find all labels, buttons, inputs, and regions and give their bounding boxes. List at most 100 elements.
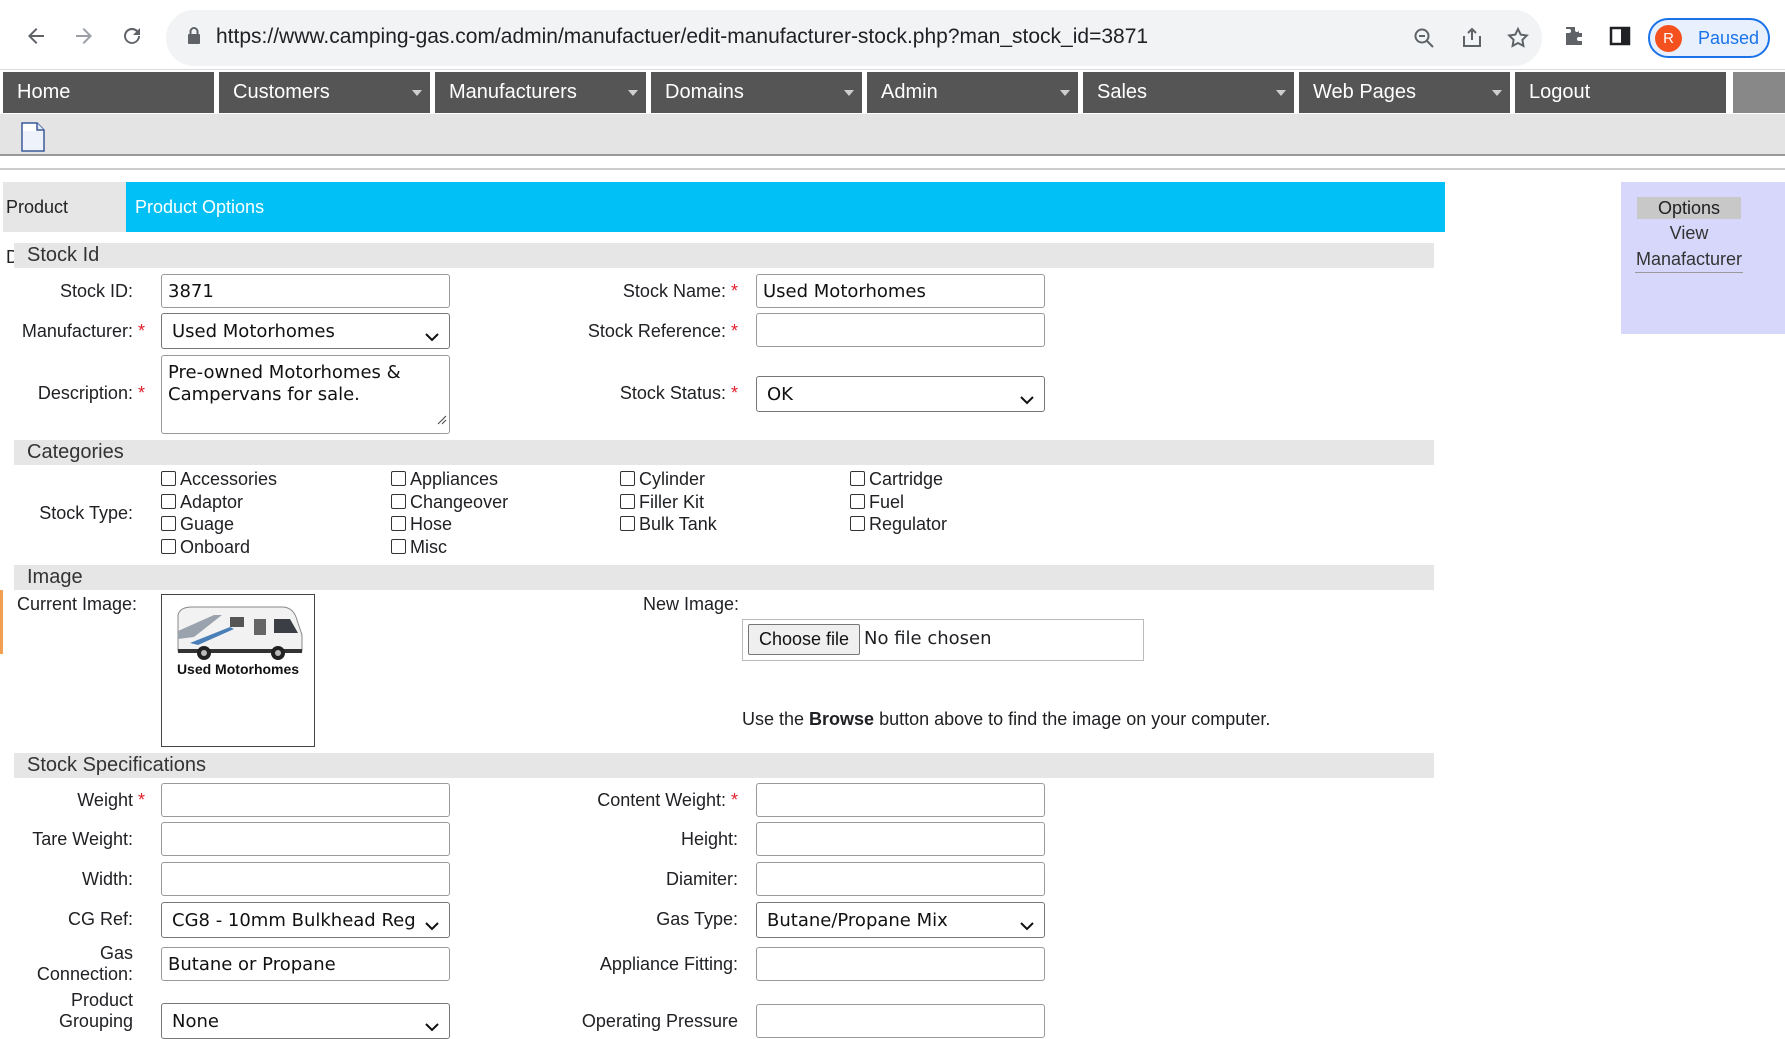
share-icon[interactable] <box>1460 26 1486 52</box>
menu-web-pages[interactable]: Web Pages <box>1299 72 1510 113</box>
scroll-marker <box>0 590 3 654</box>
url-text[interactable]: https://www.camping-gas.com/admin/manufa… <box>216 25 1148 49</box>
product-grouping-label: Product Grouping <box>59 990 133 1032</box>
checkbox-fuel[interactable]: Fuel <box>850 492 904 513</box>
menu-customers[interactable]: Customers <box>219 72 430 113</box>
required-mark: * <box>137 383 145 403</box>
caret-down-icon <box>844 90 854 96</box>
checkbox-label: Adaptor <box>180 492 244 512</box>
stock-type-label: Stock Type: <box>39 503 133 523</box>
menu-sales[interactable]: Sales <box>1083 72 1294 113</box>
stock-name-field[interactable]: Used Motorhomes <box>756 274 1045 308</box>
tare-weight-field[interactable] <box>161 822 450 856</box>
checkbox-box[interactable] <box>391 494 406 509</box>
checkbox-box[interactable] <box>850 494 865 509</box>
gas-type-select[interactable]: Butane/Propane Mix <box>756 902 1045 938</box>
appliance-fitting-field[interactable] <box>756 947 1045 981</box>
checkbox-box[interactable] <box>620 471 635 486</box>
stock-id-label: Stock ID: <box>59 281 133 301</box>
description-field[interactable]: Pre-owned Motorhomes & Campervans for sa… <box>161 355 450 434</box>
checkbox-box[interactable] <box>161 471 176 486</box>
checkbox-adaptor[interactable]: Adaptor <box>161 492 243 513</box>
menu-logout[interactable]: Logout <box>1515 72 1726 113</box>
tab-product-options[interactable]: Product Options <box>132 182 267 232</box>
checkbox-changeover[interactable]: Changeover <box>391 492 508 513</box>
choose-file-button[interactable]: Choose file <box>748 624 861 655</box>
reload-icon[interactable] <box>114 18 150 54</box>
menu-domains[interactable]: Domains <box>651 72 862 113</box>
stock-status-select[interactable]: OK <box>756 376 1045 412</box>
gas-connection-label-line: Connection: <box>36 964 133 984</box>
stock-id-field[interactable]: 3871 <box>161 274 450 308</box>
stock-reference-label-text: Stock Reference: <box>587 321 726 341</box>
checkbox-box[interactable] <box>850 516 865 531</box>
weight-label: Weight * <box>77 790 145 811</box>
section-stock-specifications: Stock Specifications <box>14 753 1434 778</box>
checkbox-box[interactable] <box>391 516 406 531</box>
menu-home[interactable]: Home <box>3 72 214 113</box>
operating-pressure-field[interactable] <box>756 1004 1045 1038</box>
zoom-icon[interactable] <box>1412 26 1438 52</box>
checkbox-guage[interactable]: Guage <box>161 514 234 535</box>
weight-field[interactable] <box>161 783 450 817</box>
content-weight-field[interactable] <box>756 783 1045 817</box>
resize-grip-icon[interactable] <box>435 409 447 431</box>
checkbox-box[interactable] <box>620 516 635 531</box>
checkbox-box[interactable] <box>391 539 406 554</box>
manufacturer-link[interactable]: Manafacturer <box>1635 246 1743 273</box>
checkbox-misc[interactable]: Misc <box>391 537 447 558</box>
diameter-field[interactable] <box>756 862 1045 896</box>
side-panel-icon[interactable] <box>1608 24 1632 53</box>
gas-connection-field[interactable]: Butane or Propane <box>161 947 450 981</box>
caret-down-icon <box>1492 90 1502 96</box>
height-field[interactable] <box>756 822 1045 856</box>
cg-ref-select[interactable]: CG8 - 10mm Bulkhead Reg <box>161 902 450 938</box>
manufacturer-select[interactable]: Used Motorhomes <box>161 313 450 349</box>
new-image-label: New Image: <box>642 594 739 614</box>
checkbox-hose[interactable]: Hose <box>391 514 452 535</box>
help-text-part: button above to find the image on your c… <box>874 709 1271 729</box>
checkbox-bulk-tank[interactable]: Bulk Tank <box>620 514 717 535</box>
checkbox-box[interactable] <box>161 494 176 509</box>
star-icon[interactable] <box>1506 26 1532 52</box>
checkbox-box[interactable] <box>161 516 176 531</box>
stock-reference-field[interactable] <box>756 313 1045 347</box>
back-icon[interactable] <box>18 18 54 54</box>
file-input[interactable]: Choose file No file chosen <box>742 619 1144 661</box>
extensions-icon[interactable] <box>1562 24 1586 53</box>
checkbox-box[interactable] <box>850 471 865 486</box>
browser-toolbar: https://www.camping-gas.com/admin/manufa… <box>0 0 1785 70</box>
checkbox-label: Guage <box>180 514 235 534</box>
checkbox-regulator[interactable]: Regulator <box>850 514 947 535</box>
profile-button[interactable]: R Paused <box>1648 18 1770 58</box>
checkbox-onboard[interactable]: Onboard <box>161 537 250 558</box>
content-weight-label-text: Content Weight: <box>597 790 726 810</box>
divider <box>0 168 1785 170</box>
checkbox-box[interactable] <box>391 471 406 486</box>
manufacturer-label-text: Manufacturer: <box>21 321 133 341</box>
checkbox-cartridge[interactable]: Cartridge <box>850 469 943 490</box>
address-bar[interactable]: https://www.camping-gas.com/admin/manufa… <box>166 10 1542 66</box>
section-stock-id: Stock Id <box>14 243 1434 268</box>
checkbox-box[interactable] <box>620 494 635 509</box>
gas-type-label: Gas Type: <box>656 909 738 929</box>
checkbox-appliances[interactable]: Appliances <box>391 469 498 490</box>
stock-status-select-value: OK <box>767 384 793 405</box>
help-text-bold: Browse <box>809 709 875 729</box>
lock-icon[interactable] <box>186 26 202 51</box>
new-document-icon[interactable] <box>20 122 46 157</box>
checkbox-label: Misc <box>410 537 447 557</box>
checkbox-cylinder[interactable]: Cylinder <box>620 469 705 490</box>
checkbox-box[interactable] <box>161 539 176 554</box>
checkbox-accessories[interactable]: Accessories <box>161 469 277 490</box>
tab-product-details[interactable]: Product Details <box>3 182 126 267</box>
height-label: Height: <box>680 829 738 849</box>
menu-admin[interactable]: Admin <box>867 72 1078 113</box>
product-grouping-select[interactable]: None <box>161 1003 450 1039</box>
checkbox-filler-kit[interactable]: Filler Kit <box>620 492 704 513</box>
width-field[interactable] <box>161 862 450 896</box>
menu-manufacturers[interactable]: Manufacturers <box>435 72 646 113</box>
options-panel: Options View Manafacturer <box>1621 182 1785 334</box>
view-link[interactable]: View <box>1635 220 1743 246</box>
forward-icon[interactable] <box>66 18 102 54</box>
